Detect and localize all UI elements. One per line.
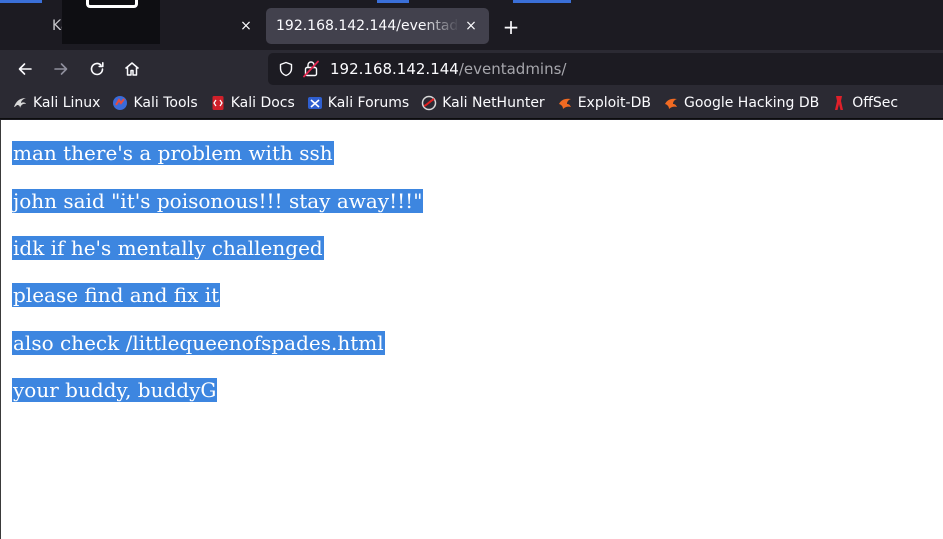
overlay-window: [62, 0, 160, 44]
bookmark-label: Exploit-DB: [577, 95, 651, 111]
bookmark-google-hacking-db[interactable]: Google Hacking DB: [663, 95, 819, 111]
bookmark-label: Kali Docs: [230, 95, 295, 111]
back-button[interactable]: [11, 55, 39, 83]
forward-button[interactable]: [47, 55, 75, 83]
tab-indicator: [377, 0, 409, 3]
insecure-lock-icon[interactable]: [302, 59, 320, 79]
bookmark-kali-docs[interactable]: Kali Docs: [210, 95, 295, 111]
tab-indicator: [513, 0, 571, 3]
url-path: /eventadmins/: [458, 60, 567, 78]
selected-text: idk if he's mentally challenged: [12, 236, 324, 260]
bookmark-exploit-db[interactable]: Exploit-DB: [557, 95, 651, 111]
bookmark-kali-tools[interactable]: Kali Tools: [112, 95, 198, 111]
message-line: man there's a problem with ssh: [12, 140, 334, 166]
message-line: also check /littlequeenofspades.html: [12, 330, 385, 356]
navigation-toolbar: 192.168.142.144/eventadmins/: [0, 50, 943, 88]
home-icon: [125, 62, 139, 76]
message-line: please find and fix it: [12, 282, 221, 308]
bookmark-kali-forums[interactable]: Kali Forums: [307, 95, 409, 111]
tracking-protection-shield-icon[interactable]: [276, 59, 296, 79]
bookmark-label: Kali NetHunter: [442, 95, 545, 111]
url-host: 192.168.142.144: [330, 60, 459, 78]
tab-eventadmins[interactable]: 192.168.142.144/eventadmins/ ×: [266, 8, 489, 44]
message-line: your buddy, buddyG: [12, 377, 218, 403]
tab-close-button[interactable]: ×: [234, 14, 258, 38]
bookmarks-toolbar: Kali Linux Kali Tools Kali Docs Kali For…: [0, 88, 943, 119]
reload-icon: [90, 62, 104, 76]
new-tab-button[interactable]: +: [498, 14, 524, 40]
bookmark-label: Kali Linux: [33, 95, 101, 111]
selected-text: please find and fix it: [12, 283, 221, 307]
back-arrow-icon: [18, 63, 32, 75]
bookmark-offsec[interactable]: OffSec: [831, 95, 898, 111]
kali-docs-icon: [210, 95, 226, 111]
kali-tools-icon: [112, 95, 128, 111]
selected-text: man there's a problem with ssh: [12, 141, 334, 165]
bookmark-kali-nethunter[interactable]: Kali NetHunter: [421, 95, 545, 111]
window-frame-icon: [86, 0, 138, 8]
page-content: man there's a problem with ssh john said…: [0, 120, 943, 539]
bookmark-label: Google Hacking DB: [683, 95, 820, 111]
forward-arrow-icon: [54, 63, 68, 75]
bookmark-label: OffSec: [852, 95, 899, 111]
tab-strip: Kali Linux × 192.168.142.144/eventadmins…: [0, 0, 943, 50]
ghdb-icon: [663, 95, 679, 111]
bookmark-label: Kali Tools: [133, 95, 198, 111]
bookmark-label: Kali Forums: [327, 95, 410, 111]
exploit-db-icon: [557, 95, 573, 111]
offsec-icon: [831, 95, 847, 111]
selected-text: john said "it's poisonous!!! stay away!!…: [12, 189, 424, 213]
tab-title: 192.168.142.144/eventadmins/: [276, 18, 459, 34]
home-button[interactable]: [118, 55, 146, 83]
selected-text: your buddy, buddyG: [12, 378, 218, 402]
selected-text: also check /littlequeenofspades.html: [12, 331, 385, 355]
url-text[interactable]: 192.168.142.144/eventadmins/: [330, 60, 566, 78]
bookmark-kali-linux[interactable]: Kali Linux: [12, 95, 100, 111]
kali-forums-icon: [307, 95, 323, 111]
url-bar[interactable]: 192.168.142.144/eventadmins/: [268, 53, 943, 85]
nethunter-icon: [421, 95, 437, 111]
tab-close-button[interactable]: ×: [459, 14, 483, 38]
reload-button[interactable]: [83, 55, 111, 83]
kali-dragon-icon: [12, 95, 28, 111]
message-line: idk if he's mentally challenged: [12, 235, 324, 261]
message-line: john said "it's poisonous!!! stay away!!…: [12, 188, 424, 214]
tab-indicator: [0, 0, 42, 3]
